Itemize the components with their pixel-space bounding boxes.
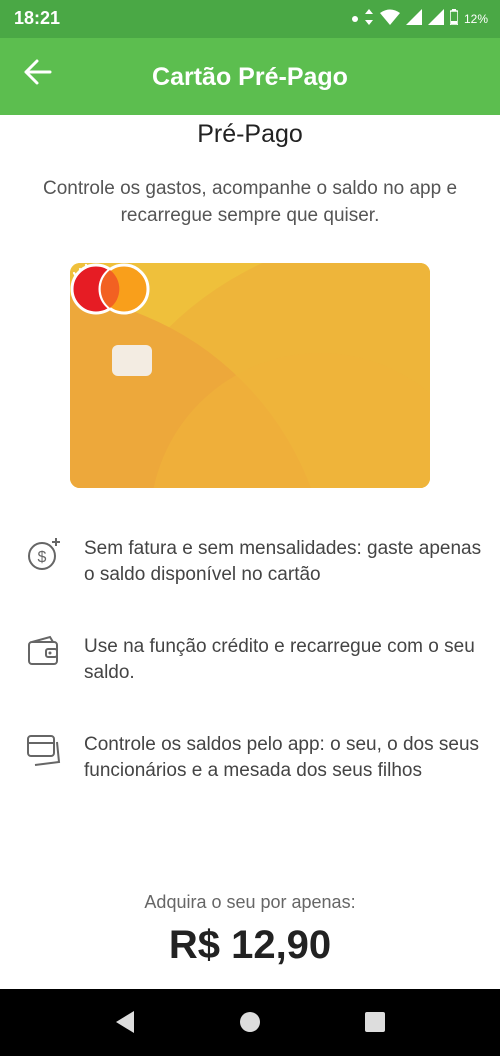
card-chip [112, 345, 152, 376]
square-recents-icon [365, 1012, 385, 1032]
mastercard-logo [70, 263, 150, 315]
wifi-icon [379, 9, 400, 28]
nav-recents-button[interactable] [362, 1009, 388, 1035]
nav-home-button[interactable] [237, 1009, 263, 1035]
feature-text: Sem fatura e sem mensalidades: gaste ape… [84, 538, 482, 585]
section-heading: Pré-Pago [197, 120, 303, 148]
subtitle: Controle os gastos, acompanhe o saldo no… [42, 178, 458, 226]
price-label: Adquira o seu por apenas: [144, 892, 356, 912]
system-nav-bar [0, 989, 500, 1056]
feature-text: Use na função crédito e recarregue com o… [84, 636, 475, 683]
price-value: R$ 12,90 [168, 923, 332, 967]
dollar-plus-icon: $ [28, 538, 60, 570]
data-arrows-icon [364, 9, 374, 28]
wallet-icon [28, 635, 58, 665]
battery-percent: 12% [463, 11, 488, 26]
status-icons: 12% [351, 9, 488, 28]
battery-icon [449, 9, 459, 28]
status-time: 18:21 [14, 8, 61, 28]
triangle-back-icon [116, 1011, 134, 1033]
svg-text:$: $ [38, 549, 47, 566]
page-title: Cartão Pré-Pago [152, 63, 348, 91]
prepaid-card-image [70, 263, 430, 488]
cards-icon [27, 735, 61, 766]
main-content: Pré-Pago Controle os gastos, acompanhe o… [0, 115, 500, 989]
signal-icon [405, 9, 422, 28]
circle-home-icon [240, 1012, 260, 1032]
notification-dot-icon [351, 15, 358, 22]
app-bar: Cartão Pré-Pago [0, 38, 500, 115]
nav-back-button[interactable] [112, 1009, 138, 1035]
status-bar: 18:21 12% [0, 0, 500, 38]
signal-icon-2 [427, 9, 444, 28]
feature-text: Controle os saldos pelo app: o seu, o do… [84, 734, 480, 781]
